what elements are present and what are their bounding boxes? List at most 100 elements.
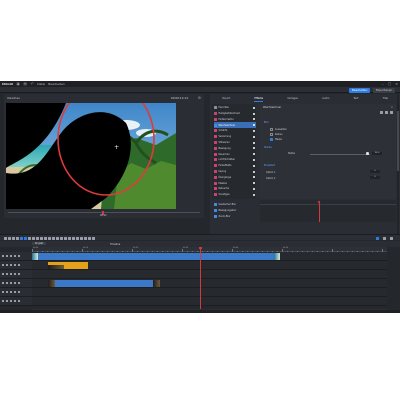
video-frame[interactable]: + xyxy=(6,103,176,209)
expand-icon[interactable] xyxy=(253,193,255,196)
pointer-icon[interactable] xyxy=(4,236,7,240)
checkbox-2[interactable] xyxy=(270,133,273,136)
magnet-icon[interactable] xyxy=(24,236,27,240)
visible-icon[interactable] xyxy=(14,300,17,303)
record-icon[interactable] xyxy=(18,273,21,276)
video-clip[interactable] xyxy=(48,280,160,287)
split-icon[interactable] xyxy=(12,236,15,240)
playhead[interactable] xyxy=(200,247,201,311)
effect-category-item[interactable]: Favoriten xyxy=(214,105,256,111)
solo-icon[interactable] xyxy=(6,291,9,294)
expand-icon[interactable] xyxy=(253,187,255,190)
expand-icon[interactable] xyxy=(253,164,255,167)
paste-icon[interactable] xyxy=(52,236,55,240)
lock-icon[interactable] xyxy=(68,236,71,240)
solo-icon[interactable] xyxy=(6,273,9,276)
effect-category-item[interactable]: Masken xyxy=(214,180,256,186)
close-icon[interactable]: × xyxy=(395,82,398,86)
effect-category-item[interactable]: Schärfe xyxy=(214,128,256,134)
track-header[interactable] xyxy=(0,252,32,261)
solo-icon[interactable] xyxy=(6,282,9,285)
effect-category-item[interactable]: Stilisieren xyxy=(214,140,256,146)
group-icon[interactable] xyxy=(64,236,67,240)
project-label[interactable]: Projekt xyxy=(32,242,47,246)
effect-category-item[interactable]: Verzerrung xyxy=(214,134,256,140)
solo-icon[interactable] xyxy=(6,300,9,303)
undo-icon[interactable] xyxy=(36,236,39,240)
zoom-out-icon[interactable] xyxy=(383,236,386,240)
settings-icon[interactable]: ⚙ xyxy=(198,96,201,100)
adv-value-1[interactable]: 0 xyxy=(370,170,380,174)
close-icon[interactable]: × xyxy=(391,106,393,109)
zoom-in-icon[interactable] xyxy=(376,236,379,240)
solo-icon[interactable] xyxy=(6,255,9,258)
expand-icon[interactable] xyxy=(253,112,255,115)
effect-category-item[interactable]: Sonstiges xyxy=(214,192,256,198)
effect-category-item[interactable]: Rauschen xyxy=(214,151,256,157)
track-lane[interactable] xyxy=(32,297,387,306)
marker-icon[interactable] xyxy=(32,236,35,240)
lock-icon[interactable] xyxy=(10,273,13,276)
keyframe-area[interactable] xyxy=(260,200,396,222)
tab-effects[interactable]: Effekte xyxy=(254,97,264,102)
effect-category-item[interactable]: Keying xyxy=(214,169,256,175)
record-icon[interactable] xyxy=(18,300,21,303)
lock-icon[interactable] xyxy=(10,264,13,267)
expand-icon[interactable] xyxy=(253,141,255,144)
track-header[interactable] xyxy=(0,279,32,288)
track-header[interactable] xyxy=(0,288,32,297)
effect-category-item[interactable]: Licht/Schatten xyxy=(214,157,256,163)
tab-titles[interactable]: Titel xyxy=(383,97,388,102)
lock-icon[interactable] xyxy=(10,282,13,285)
expand-icon[interactable] xyxy=(253,124,255,127)
track-lane[interactable] xyxy=(32,261,387,270)
effect-icon[interactable] xyxy=(80,236,83,240)
visible-icon[interactable] xyxy=(14,282,17,285)
lock-icon[interactable] xyxy=(10,291,13,294)
tab-edit[interactable]: Bearbeiten xyxy=(349,88,371,93)
menu-file[interactable]: Datei xyxy=(37,82,45,86)
preset-item[interactable]: Bewegungsblur xyxy=(214,208,256,214)
scrub-track[interactable] xyxy=(8,212,200,214)
effect-category-item[interactable]: Retusche xyxy=(214,186,256,192)
expand-icon[interactable] xyxy=(253,147,255,150)
mute-icon[interactable] xyxy=(2,300,5,303)
preset-item[interactable]: Gaußscher Blur xyxy=(214,202,256,208)
checkbox-1[interactable] xyxy=(270,128,273,131)
track-header[interactable] xyxy=(0,297,32,306)
reset-icon[interactable] xyxy=(380,111,383,114)
record-icon[interactable] xyxy=(18,264,21,267)
adv-value-2[interactable]: 0 xyxy=(370,176,380,180)
strength-slider-knob[interactable] xyxy=(366,152,369,155)
delete-icon[interactable] xyxy=(44,236,47,240)
solo-icon[interactable] xyxy=(6,264,9,267)
track-lane[interactable] xyxy=(32,288,387,297)
expand-icon[interactable] xyxy=(253,118,255,121)
mute-icon[interactable] xyxy=(2,255,5,258)
visible-icon[interactable] xyxy=(14,273,17,276)
mute-icon[interactable] xyxy=(2,273,5,276)
title-clip[interactable] xyxy=(48,262,88,269)
effect-category-item[interactable]: Helligkeit/Kontrast xyxy=(214,111,256,117)
lock-icon[interactable] xyxy=(10,255,13,258)
expand-icon[interactable] xyxy=(253,176,255,179)
link-icon[interactable] xyxy=(16,236,19,240)
expand-icon[interactable] xyxy=(253,135,255,138)
ripple-icon[interactable] xyxy=(56,236,59,240)
record-icon[interactable] xyxy=(18,255,21,258)
track-header[interactable] xyxy=(0,261,32,270)
section-strength[interactable]: Stärke xyxy=(264,146,272,149)
effect-category-item[interactable]: Übergänge xyxy=(214,175,256,181)
tab-export[interactable]: Exportieren xyxy=(373,88,396,93)
expand-icon[interactable] xyxy=(253,158,255,161)
section-advanced[interactable]: Erweitert xyxy=(264,164,275,167)
visible-icon[interactable] xyxy=(14,264,17,267)
record-icon[interactable] xyxy=(18,291,21,294)
effect-category-item[interactable]: Weichzeichner xyxy=(214,122,256,128)
effect-category-item[interactable]: Farbeffekte xyxy=(214,163,256,169)
record-icon[interactable] xyxy=(18,282,21,285)
text-icon[interactable] xyxy=(88,236,91,240)
fit-icon[interactable] xyxy=(390,236,393,240)
expand-icon[interactable] xyxy=(253,106,255,109)
track-lane[interactable] xyxy=(32,252,387,261)
